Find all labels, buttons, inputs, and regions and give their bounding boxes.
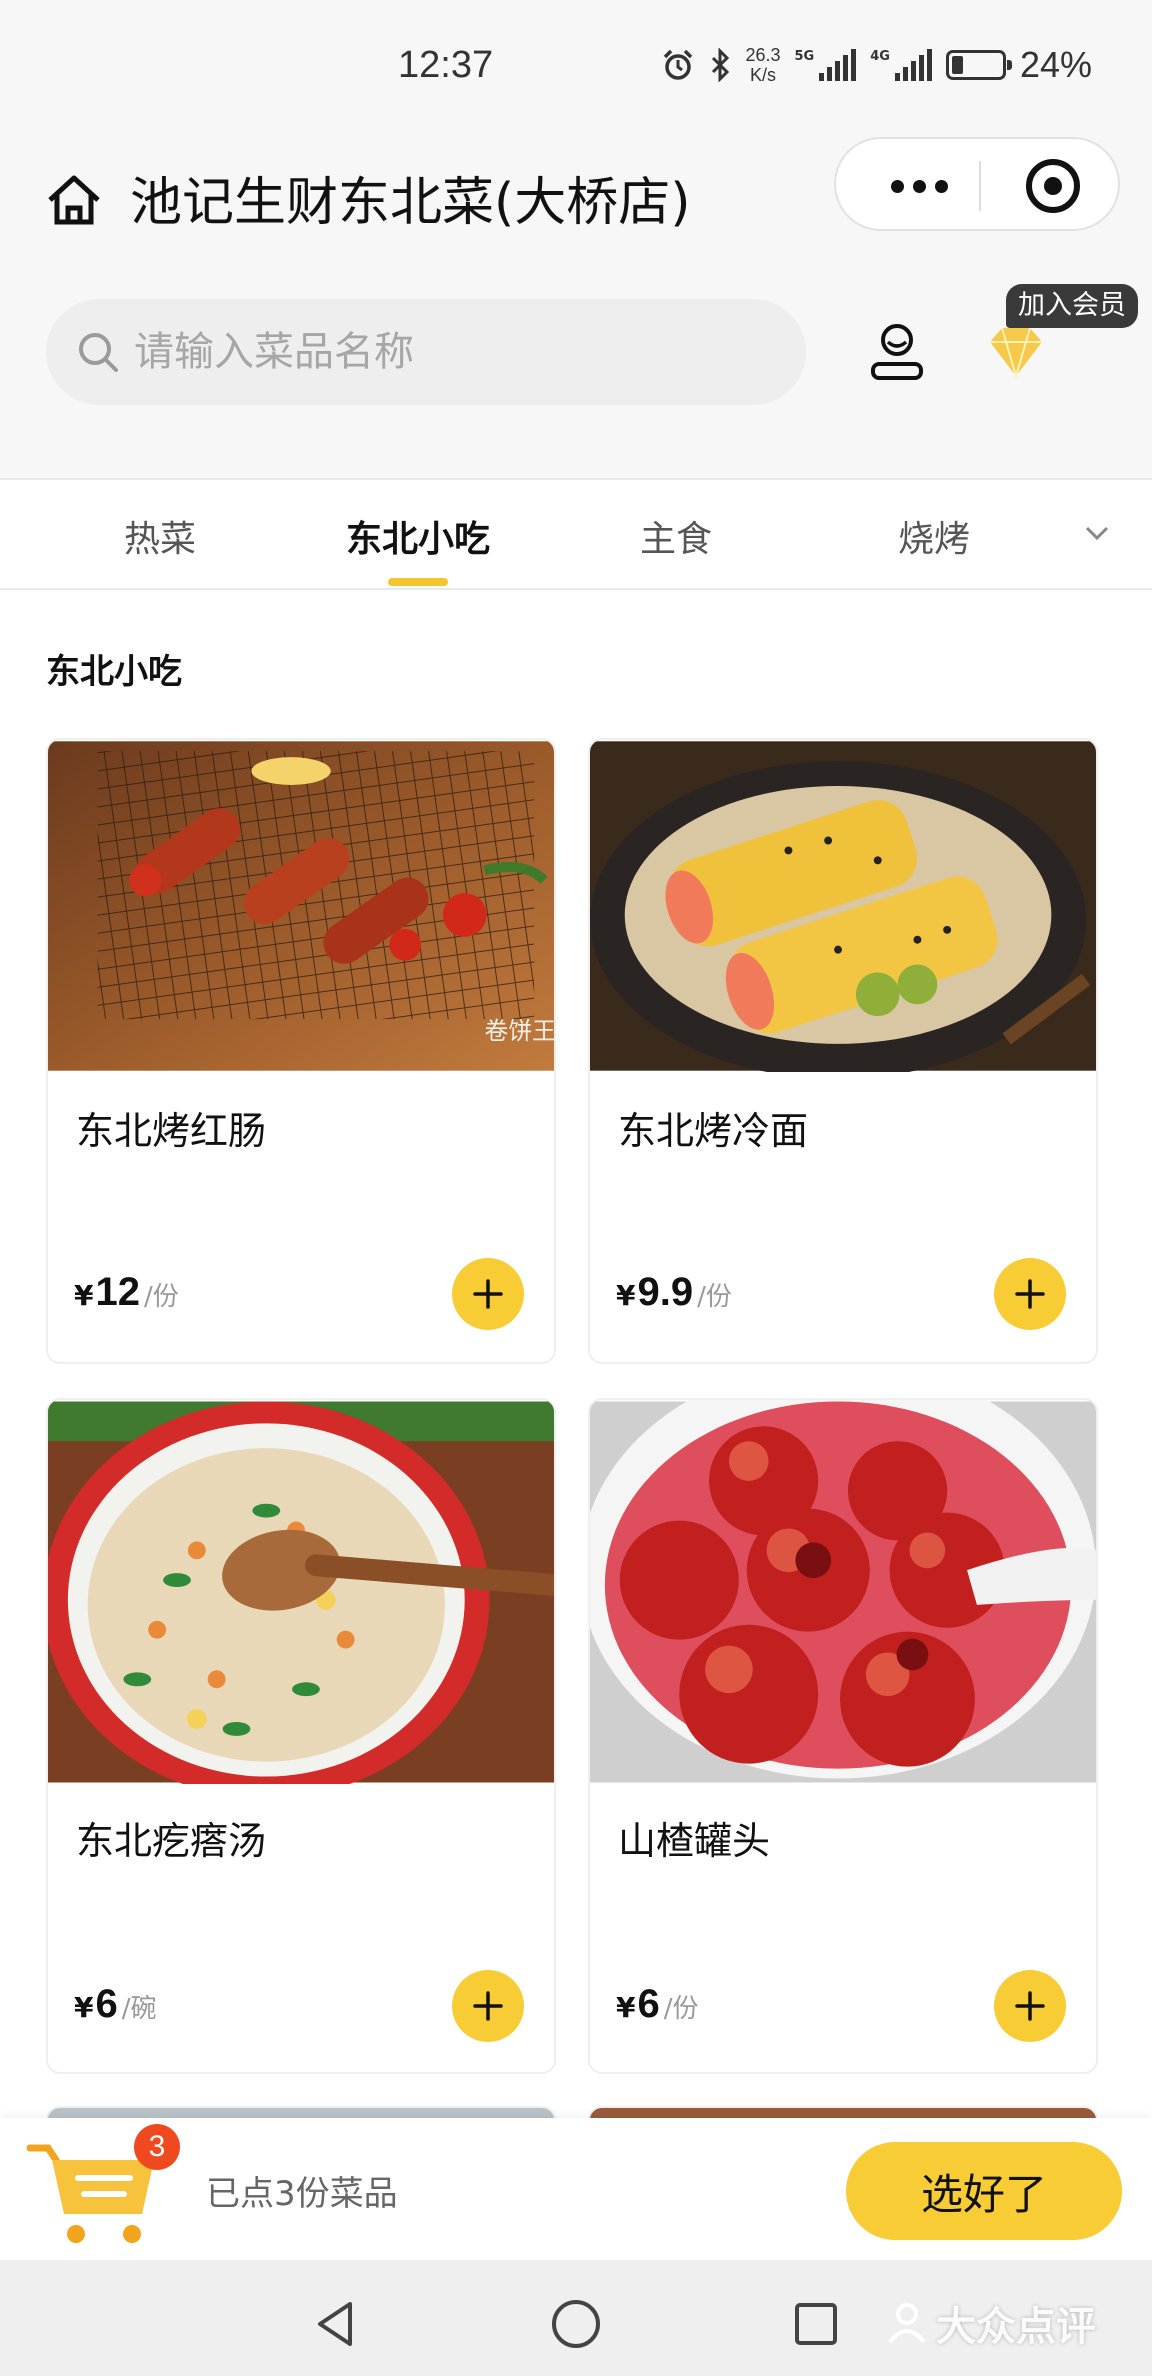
home-circle-icon[interactable] bbox=[548, 2296, 604, 2352]
checkout-button[interactable]: 选好了 bbox=[846, 2142, 1122, 2240]
member-diamond-icon[interactable] bbox=[986, 324, 1046, 380]
status-icons: 26.3 K/s 5G 4G 24% bbox=[661, 40, 1092, 90]
dish-card[interactable]: 东北烤冷面 ¥ 9.9 /份 bbox=[588, 738, 1098, 1364]
more-icon[interactable] bbox=[874, 161, 964, 211]
search-icon bbox=[79, 333, 118, 372]
price-value: 6 bbox=[95, 1982, 118, 2026]
dish-card[interactable]: 东北疙瘩汤 ¥ 6 /碗 bbox=[46, 1398, 556, 2074]
cart-bar: 3 已点3份菜品 选好了 bbox=[0, 2118, 1152, 2260]
battery-fill bbox=[951, 56, 964, 74]
watermark-text: 大众点评 bbox=[936, 2304, 1096, 2350]
plus-icon bbox=[473, 1279, 503, 1309]
join-member-tag[interactable]: 加入会员 bbox=[1006, 284, 1138, 328]
add-to-cart-button[interactable] bbox=[994, 1258, 1066, 1330]
status-time: 12:37 bbox=[398, 44, 494, 86]
home-icon[interactable] bbox=[44, 170, 104, 230]
miniprogram-capsule bbox=[834, 137, 1120, 231]
currency-symbol: ¥ bbox=[74, 1991, 94, 2024]
price-unit: /份 bbox=[663, 1994, 699, 2024]
status-bar: 12:37 26.3 K/s 5G 4G 24% bbox=[0, 0, 1152, 130]
signal-5g-label: 5G bbox=[794, 49, 815, 64]
dish-name: 东北烤冷面 bbox=[618, 1109, 809, 1153]
price-value: 12 bbox=[95, 1270, 140, 1314]
user-profile-icon[interactable] bbox=[868, 320, 926, 382]
recents-square-icon[interactable] bbox=[788, 2296, 844, 2352]
network-speed: 26.3 K/s bbox=[745, 45, 780, 85]
watermark: 大众点评 bbox=[884, 2294, 1096, 2352]
dish-card[interactable]: 卷饼王 东北烤红肠 ¥ 12 /份 bbox=[46, 738, 556, 1364]
dish-price: ¥ 6 /份 bbox=[616, 1982, 699, 2027]
alarm-icon bbox=[661, 48, 695, 82]
dish-price: ¥ 12 /份 bbox=[74, 1270, 179, 1315]
price-value: 9.9 bbox=[637, 1270, 694, 1314]
search-row: 加入会员 bbox=[0, 280, 1152, 478]
plus-icon bbox=[1015, 1279, 1045, 1309]
active-tab-indicator bbox=[388, 578, 448, 586]
dianping-logo-icon bbox=[888, 2303, 926, 2344]
dish-name: 山楂罐头 bbox=[618, 1819, 771, 1863]
add-to-cart-button[interactable] bbox=[994, 1970, 1066, 2042]
plus-icon bbox=[473, 1991, 503, 2021]
bluetooth-icon bbox=[709, 48, 731, 82]
back-triangle-icon[interactable] bbox=[308, 2296, 364, 2352]
currency-symbol: ¥ bbox=[74, 1279, 94, 1312]
dish-price: ¥ 6 /碗 bbox=[74, 1982, 157, 2027]
add-to-cart-button[interactable] bbox=[452, 1970, 524, 2042]
network-speed-unit: K/s bbox=[749, 65, 776, 85]
dish-photo-dough-soup bbox=[48, 1401, 554, 1784]
tab-northeast-snacks[interactable]: 东北小吃 bbox=[346, 510, 490, 562]
tab-hot-dishes[interactable]: 热菜 bbox=[124, 510, 196, 562]
dish-name: 东北烤红肠 bbox=[76, 1109, 267, 1153]
price-unit: /碗 bbox=[121, 1994, 157, 2024]
tab-staple-food[interactable]: 主食 bbox=[640, 510, 712, 562]
header: 池记生财东北菜(大桥店) bbox=[0, 130, 1152, 280]
tab-bbq[interactable]: 烧烤 bbox=[898, 510, 970, 562]
signal-5g-icon: 5G bbox=[795, 49, 857, 81]
section-title: 东北小吃 bbox=[46, 652, 182, 692]
close-target-icon[interactable] bbox=[1026, 159, 1080, 213]
search-box[interactable] bbox=[46, 299, 806, 405]
signal-4g-icon: 4G bbox=[870, 49, 932, 81]
currency-symbol: ¥ bbox=[616, 1991, 636, 2024]
search-input[interactable] bbox=[134, 329, 734, 375]
store-title: 池记生财东北菜(大桥店) bbox=[130, 173, 691, 233]
price-unit: /份 bbox=[697, 1282, 732, 1312]
dish-price: ¥ 9.9 /份 bbox=[616, 1270, 732, 1315]
category-tabs: 热菜 东北小吃 主食 烧烤 bbox=[0, 478, 1152, 590]
dish-card[interactable]: 山楂罐头 ¥ 6 /份 bbox=[588, 1398, 1098, 2074]
dish-photo-cold-noodle bbox=[590, 741, 1096, 1072]
signal-4g-label: 4G bbox=[870, 49, 890, 64]
price-unit: /份 bbox=[143, 1282, 179, 1312]
dish-photo-hawthorn bbox=[590, 1400, 1096, 1783]
add-to-cart-button[interactable] bbox=[452, 1258, 524, 1330]
network-speed-value: 26.3 bbox=[745, 45, 781, 65]
price-value: 6 bbox=[637, 1982, 660, 2026]
plus-icon bbox=[1015, 1991, 1045, 2021]
dish-photo-sausage: 卷饼王 bbox=[48, 741, 554, 1071]
cart-count-badge: 3 bbox=[134, 2124, 180, 2170]
system-nav-bar: 大众点评 bbox=[0, 2260, 1152, 2376]
battery-percent: 24% bbox=[1019, 44, 1092, 85]
dish-name: 东北疙瘩汤 bbox=[76, 1819, 267, 1863]
chevron-down-icon[interactable] bbox=[1082, 518, 1112, 548]
capsule-divider bbox=[979, 161, 981, 211]
battery-icon bbox=[945, 50, 1012, 80]
currency-symbol: ¥ bbox=[616, 1279, 636, 1312]
cart-summary: 已点3份菜品 bbox=[206, 2174, 398, 2214]
photo-watermark-text: 卷饼王 bbox=[485, 1017, 554, 1045]
